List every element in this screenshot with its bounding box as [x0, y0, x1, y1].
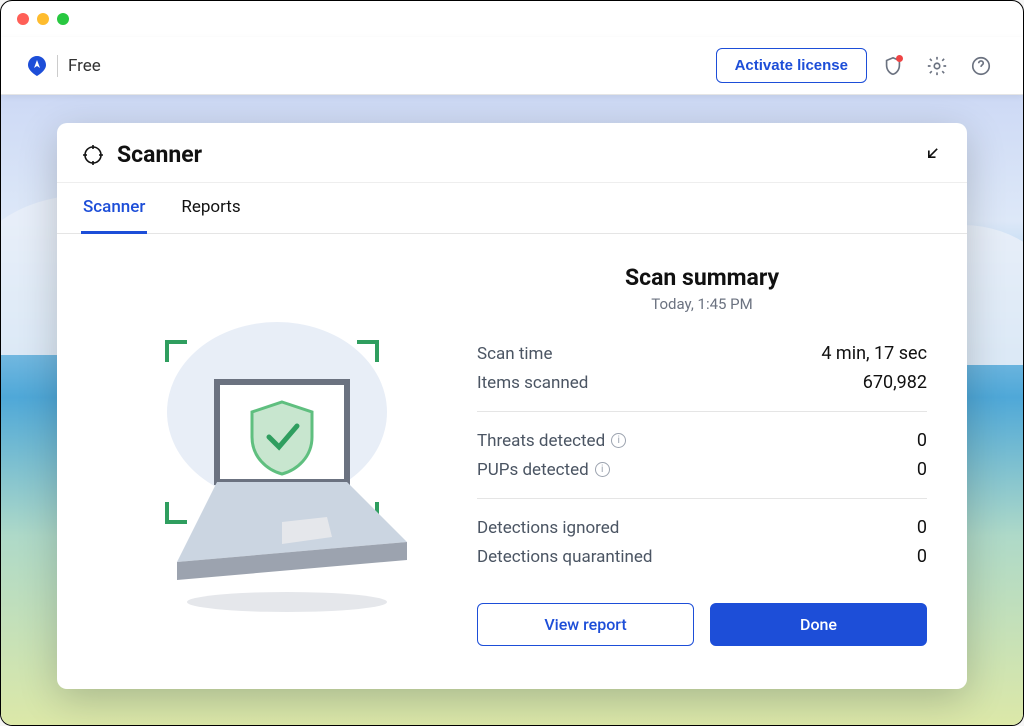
row-items-scanned: Items scanned 670,982	[477, 368, 927, 397]
items-scanned-label: Items scanned	[477, 373, 588, 393]
minimize-dot[interactable]	[37, 13, 49, 25]
tab-reports[interactable]: Reports	[179, 183, 242, 234]
threats-label: Threats detected	[477, 431, 605, 451]
tab-scanner[interactable]: Scanner	[81, 183, 147, 234]
scan-summary: Scan summary Today, 1:45 PM Scan time 4 …	[477, 264, 927, 659]
threats-info-icon[interactable]: i	[611, 433, 626, 448]
row-threats: Threats detected i 0	[477, 426, 927, 455]
panel-content: Scan summary Today, 1:45 PM Scan time 4 …	[57, 234, 967, 689]
done-button[interactable]: Done	[710, 603, 927, 646]
summary-group-actions: Detections ignored 0 Detections quaranti…	[477, 513, 927, 585]
ignored-label: Detections ignored	[477, 518, 619, 538]
panel-header: Scanner	[57, 123, 967, 182]
summary-group-detections: Threats detected i 0 PUPs detected i 0	[477, 426, 927, 499]
zoom-dot[interactable]	[57, 13, 69, 25]
scan-time-label: Scan time	[477, 344, 552, 364]
crosshair-icon	[81, 143, 105, 167]
ignored-value: 0	[917, 517, 927, 538]
app-header: Free Activate license	[1, 37, 1023, 95]
notification-dot-icon	[896, 55, 903, 62]
scan-time-value: 4 min, 17 sec	[821, 343, 927, 364]
header-divider	[57, 55, 58, 77]
summary-title: Scan summary	[477, 264, 927, 291]
threats-value: 0	[917, 430, 927, 451]
row-scan-time: Scan time 4 min, 17 sec	[477, 339, 927, 368]
gear-icon[interactable]	[919, 48, 955, 84]
scanner-panel: Scanner Scanner Reports	[57, 123, 967, 689]
malwarebytes-logo-icon	[25, 54, 49, 78]
shield-notification-icon[interactable]	[875, 48, 911, 84]
quarantined-value: 0	[917, 546, 927, 567]
close-dot[interactable]	[17, 13, 29, 25]
quarantined-label: Detections quarantined	[477, 547, 652, 567]
laptop-illustration	[97, 264, 457, 659]
app-window: Free Activate license Scanner Scanner Re…	[0, 0, 1024, 726]
row-pups: PUPs detected i 0	[477, 455, 927, 484]
view-report-button[interactable]: View report	[477, 603, 694, 646]
items-scanned-value: 670,982	[863, 372, 927, 393]
row-ignored: Detections ignored 0	[477, 513, 927, 542]
activate-license-button[interactable]: Activate license	[716, 48, 867, 83]
pups-info-icon[interactable]: i	[595, 462, 610, 477]
titlebar	[1, 1, 1023, 37]
tabs: Scanner Reports	[57, 182, 967, 234]
panel-title: Scanner	[117, 141, 202, 168]
summary-actions: View report Done	[477, 603, 927, 646]
row-quarantined: Detections quarantined 0	[477, 542, 927, 571]
summary-group-overview: Scan time 4 min, 17 sec Items scanned 67…	[477, 339, 927, 412]
collapse-icon[interactable]	[923, 143, 943, 167]
subscription-label: Free	[68, 56, 101, 76]
pups-label: PUPs detected	[477, 460, 589, 480]
summary-timestamp: Today, 1:45 PM	[477, 295, 927, 313]
pups-value: 0	[917, 459, 927, 480]
help-icon[interactable]	[963, 48, 999, 84]
